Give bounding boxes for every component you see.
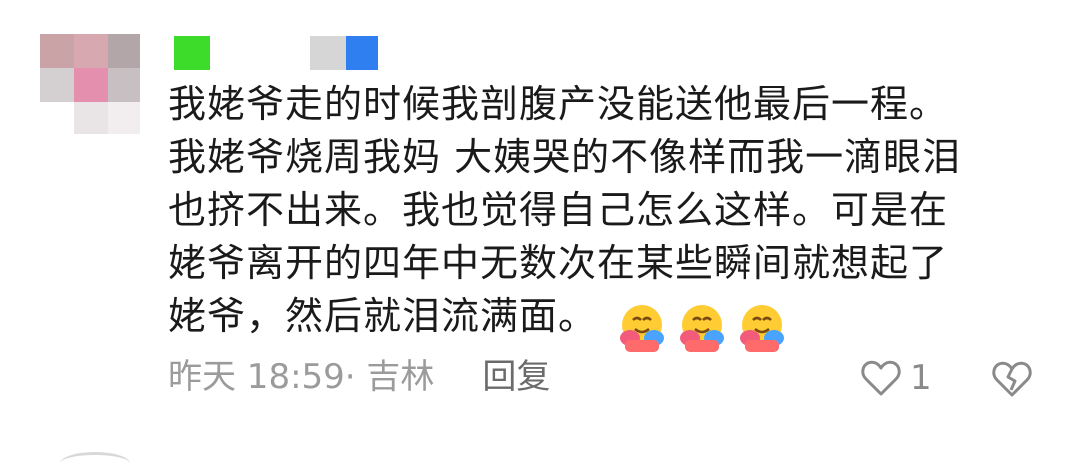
comment-line: 姥爷，然后就泪流满面。 (168, 294, 598, 338)
emoji-group (615, 300, 795, 354)
username-censored[interactable] (170, 36, 470, 70)
avatar[interactable] (40, 34, 140, 134)
comment-line: 我姥爷烧周我妈 大姨哭的不像样而我一滴眼泪 (168, 135, 962, 179)
comment-line: 我姥爷走的时候我剖腹产没能送他最后一程。 (168, 82, 949, 126)
comment-time-location: 昨天 18:59· 吉林 (168, 357, 435, 397)
hugging-face-emoji (740, 305, 785, 352)
hugging-face-emoji (620, 305, 665, 352)
comment-line: 姥爷离开的四年中无数次在某些瞬间就想起了 (168, 241, 949, 285)
broken-heart-icon (992, 361, 1032, 397)
dislike-button[interactable] (990, 356, 1034, 400)
hugging-face-emoji (680, 305, 725, 352)
next-comment-avatar (60, 452, 130, 475)
comment-line: 也挤不出来。我也觉得自己怎么这样。可是在 (168, 188, 949, 232)
reply-button[interactable]: 回复 (482, 357, 550, 397)
like-count: 1 (910, 358, 932, 398)
comment-text: 我姥爷走的时候我剖腹产没能送他最后一程。 我姥爷烧周我妈 大姨哭的不像样而我一滴… (168, 78, 1048, 354)
like-button[interactable]: 1 (860, 356, 932, 400)
comment-meta: 昨天 18:59· 吉林 回复 (168, 353, 550, 401)
heart-outline-icon (861, 360, 901, 396)
